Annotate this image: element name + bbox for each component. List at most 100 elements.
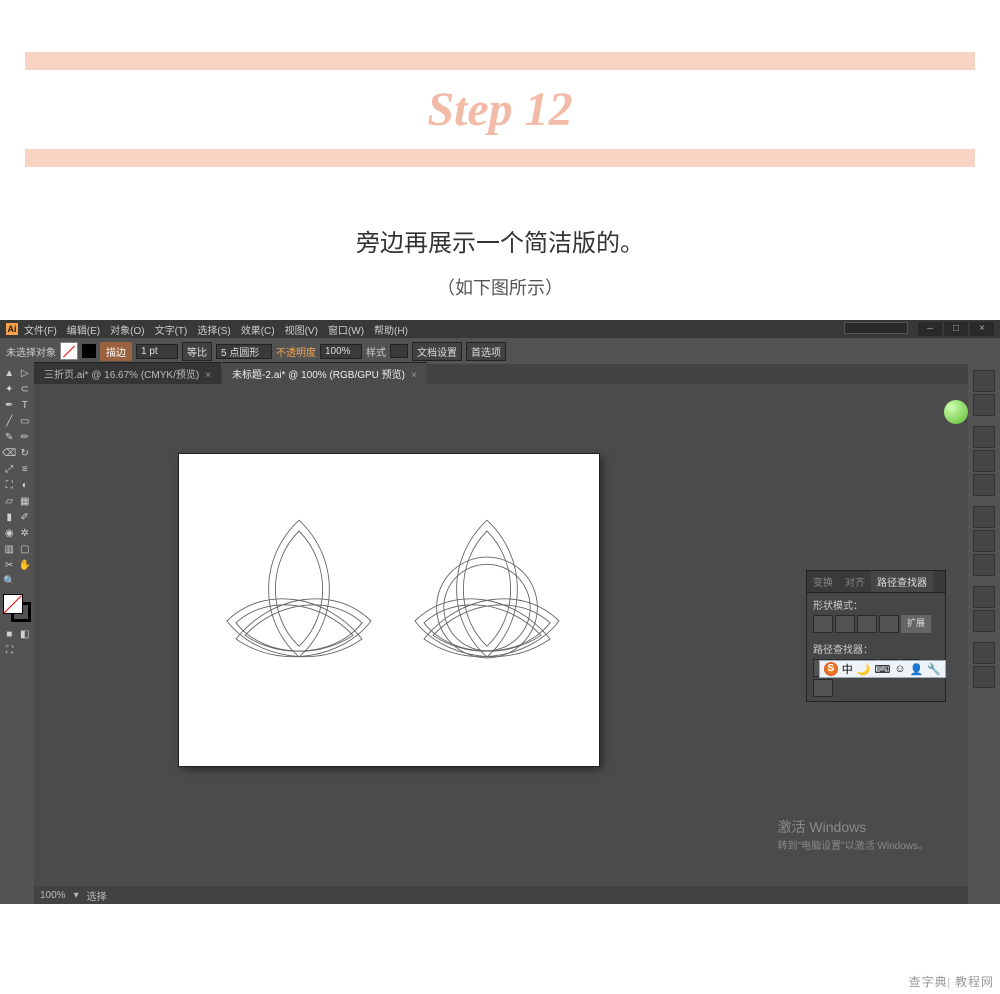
prefs-button[interactable]: 首选项 [466, 342, 506, 361]
layers-icon[interactable] [973, 642, 995, 664]
hand-tool[interactable]: ✋ [18, 558, 33, 573]
brush-profile-input[interactable] [216, 344, 272, 359]
keyboard-icon[interactable]: ⌨ [874, 663, 890, 676]
menu-view[interactable]: 视图(V) [285, 322, 318, 337]
direct-selection-tool[interactable]: ▷ [18, 366, 33, 381]
intersect-icon[interactable] [857, 615, 877, 633]
menu-help[interactable]: 帮助(H) [374, 322, 408, 337]
ime-lang[interactable]: 中 [842, 661, 853, 677]
pf-tab-transform[interactable]: 变换 [807, 571, 839, 592]
mesh-tool[interactable]: ▦ [18, 494, 33, 509]
stroke-panel-icon[interactable] [973, 506, 995, 528]
triquetra-simple [209, 504, 389, 684]
step-title: Step 12 [0, 70, 1000, 149]
search-input[interactable] [844, 322, 908, 334]
menu-file[interactable]: 文件(F) [24, 322, 57, 337]
close-icon[interactable]: × [205, 370, 211, 381]
tool-icon[interactable]: 🔧 [927, 663, 941, 676]
rotate-tool[interactable]: ↻ [18, 446, 33, 461]
gradient-panel-icon[interactable] [973, 530, 995, 552]
close-icon[interactable]: × [411, 370, 417, 381]
expand-button[interactable]: 扩展 [901, 615, 931, 633]
width-tool[interactable]: ≡ [18, 462, 33, 477]
status-bar: 100% ▾ 选择 [34, 886, 968, 904]
fill-stroke-indicator[interactable] [3, 594, 31, 622]
transparency-icon[interactable] [973, 554, 995, 576]
doc-setup-button[interactable]: 文档设置 [412, 342, 462, 361]
perspective-tool[interactable]: ▱ [2, 494, 17, 509]
fill-box[interactable] [3, 594, 23, 614]
stroke-swatch[interactable] [82, 344, 96, 358]
swatches-icon[interactable] [973, 426, 995, 448]
gradient-tool[interactable]: ▮ [2, 510, 17, 525]
selection-tool[interactable]: ▲ [2, 366, 17, 381]
menu-edit[interactable]: 编辑(E) [67, 322, 100, 337]
zoom-level[interactable]: 100% [40, 890, 66, 901]
paintbrush-tool[interactable]: ✎ [2, 430, 17, 445]
menu-type[interactable]: 文字(T) [155, 322, 188, 337]
minus-front-icon[interactable] [835, 615, 855, 633]
stroke-weight-input[interactable] [136, 344, 178, 359]
doc-tab-1[interactable]: 三折页.ai* @ 16.67% (CMYK/预览)× [34, 362, 221, 384]
brushes-icon[interactable] [973, 450, 995, 472]
menu-effect[interactable]: 效果(C) [241, 322, 275, 337]
moon-icon[interactable]: 🌙 [857, 663, 871, 676]
opacity-input[interactable] [320, 344, 362, 359]
style-swatch[interactable] [390, 344, 408, 358]
color-mode[interactable]: ■ [2, 627, 17, 642]
close-button[interactable]: × [970, 322, 994, 336]
slice-tool[interactable]: ✂ [2, 558, 17, 573]
artboard-tool[interactable]: ▢ [18, 542, 33, 557]
exclude-icon[interactable] [879, 615, 899, 633]
ime-toolbar[interactable]: S 中 🌙 ⌨ ☺ 👤 🔧 [819, 660, 946, 678]
shape-builder-tool[interactable]: ◐ [18, 478, 33, 493]
minus-back-icon[interactable] [813, 679, 833, 697]
fill-swatch[interactable] [60, 342, 78, 360]
unite-icon[interactable] [813, 615, 833, 633]
magic-wand-tool[interactable]: ✦ [2, 382, 17, 397]
symbol-sprayer-tool[interactable]: ✲ [18, 526, 33, 541]
symbols-icon[interactable] [973, 474, 995, 496]
maximize-button[interactable]: □ [944, 322, 968, 336]
graphic-styles-icon[interactable] [973, 610, 995, 632]
pf-tab-align[interactable]: 对齐 [839, 571, 871, 592]
windows-activate-notice: 激活 Windows 转到"电脑设置"以激活 Windows。 [778, 817, 928, 852]
eraser-tool[interactable]: ⌫ [2, 446, 17, 461]
no-selection-label: 未选择对象 [6, 344, 56, 359]
share-orb-icon[interactable] [944, 400, 968, 424]
sogou-icon[interactable]: S [824, 662, 838, 676]
person-icon[interactable]: 👤 [910, 663, 924, 676]
pf-tab-pathfinder[interactable]: 路径查找器 [871, 571, 933, 592]
color-panel-icon[interactable] [973, 370, 995, 392]
smile-icon[interactable]: ☺ [894, 663, 905, 675]
line-tool[interactable]: ╱ [2, 414, 17, 429]
pencil-tool[interactable]: ✏ [18, 430, 33, 445]
scale-tool[interactable]: ⤢ [2, 462, 17, 477]
lasso-tool[interactable]: ⊂ [18, 382, 33, 397]
status-label: 选择 [87, 888, 107, 903]
color-guide-icon[interactable] [973, 394, 995, 416]
stroke-button[interactable]: 描边 [100, 342, 132, 361]
doc-tab-2[interactable]: 未标题-2.ai* @ 100% (RGB/GPU 预览)× [222, 362, 427, 384]
column-graph-tool[interactable]: ▥ [2, 542, 17, 557]
rectangle-tool[interactable]: ▭ [18, 414, 33, 429]
type-tool[interactable]: T [18, 398, 33, 413]
pathfinder-panel[interactable]: 变换 对齐 路径查找器 形状模式： 扩展 [806, 570, 946, 702]
artboards-icon[interactable] [973, 666, 995, 688]
blend-tool[interactable]: ◉ [2, 526, 17, 541]
titlebar: Ai 文件(F) 编辑(E) 对象(O) 文字(T) 选择(S) 效果(C) 视… [0, 320, 1000, 338]
menu-select[interactable]: 选择(S) [197, 322, 230, 337]
screen-mode[interactable]: ⛶ [2, 643, 17, 658]
menu-window[interactable]: 窗口(W) [328, 322, 364, 337]
pen-tool[interactable]: ✒ [2, 398, 17, 413]
workspace[interactable]: 变换 对齐 路径查找器 形状模式： 扩展 [34, 384, 968, 886]
uniform-select[interactable]: 等比 [182, 342, 212, 361]
gradient-mode[interactable]: ◧ [18, 627, 33, 642]
menu-object[interactable]: 对象(O) [110, 322, 144, 337]
appearance-icon[interactable] [973, 586, 995, 608]
eyedropper-tool[interactable]: ✐ [18, 510, 33, 525]
watermark: 查字典| 教程网 [909, 973, 994, 990]
zoom-tool[interactable]: 🔍 [2, 574, 17, 589]
free-transform-tool[interactable]: ⛶ [2, 478, 17, 493]
minimize-button[interactable]: – [918, 322, 942, 336]
